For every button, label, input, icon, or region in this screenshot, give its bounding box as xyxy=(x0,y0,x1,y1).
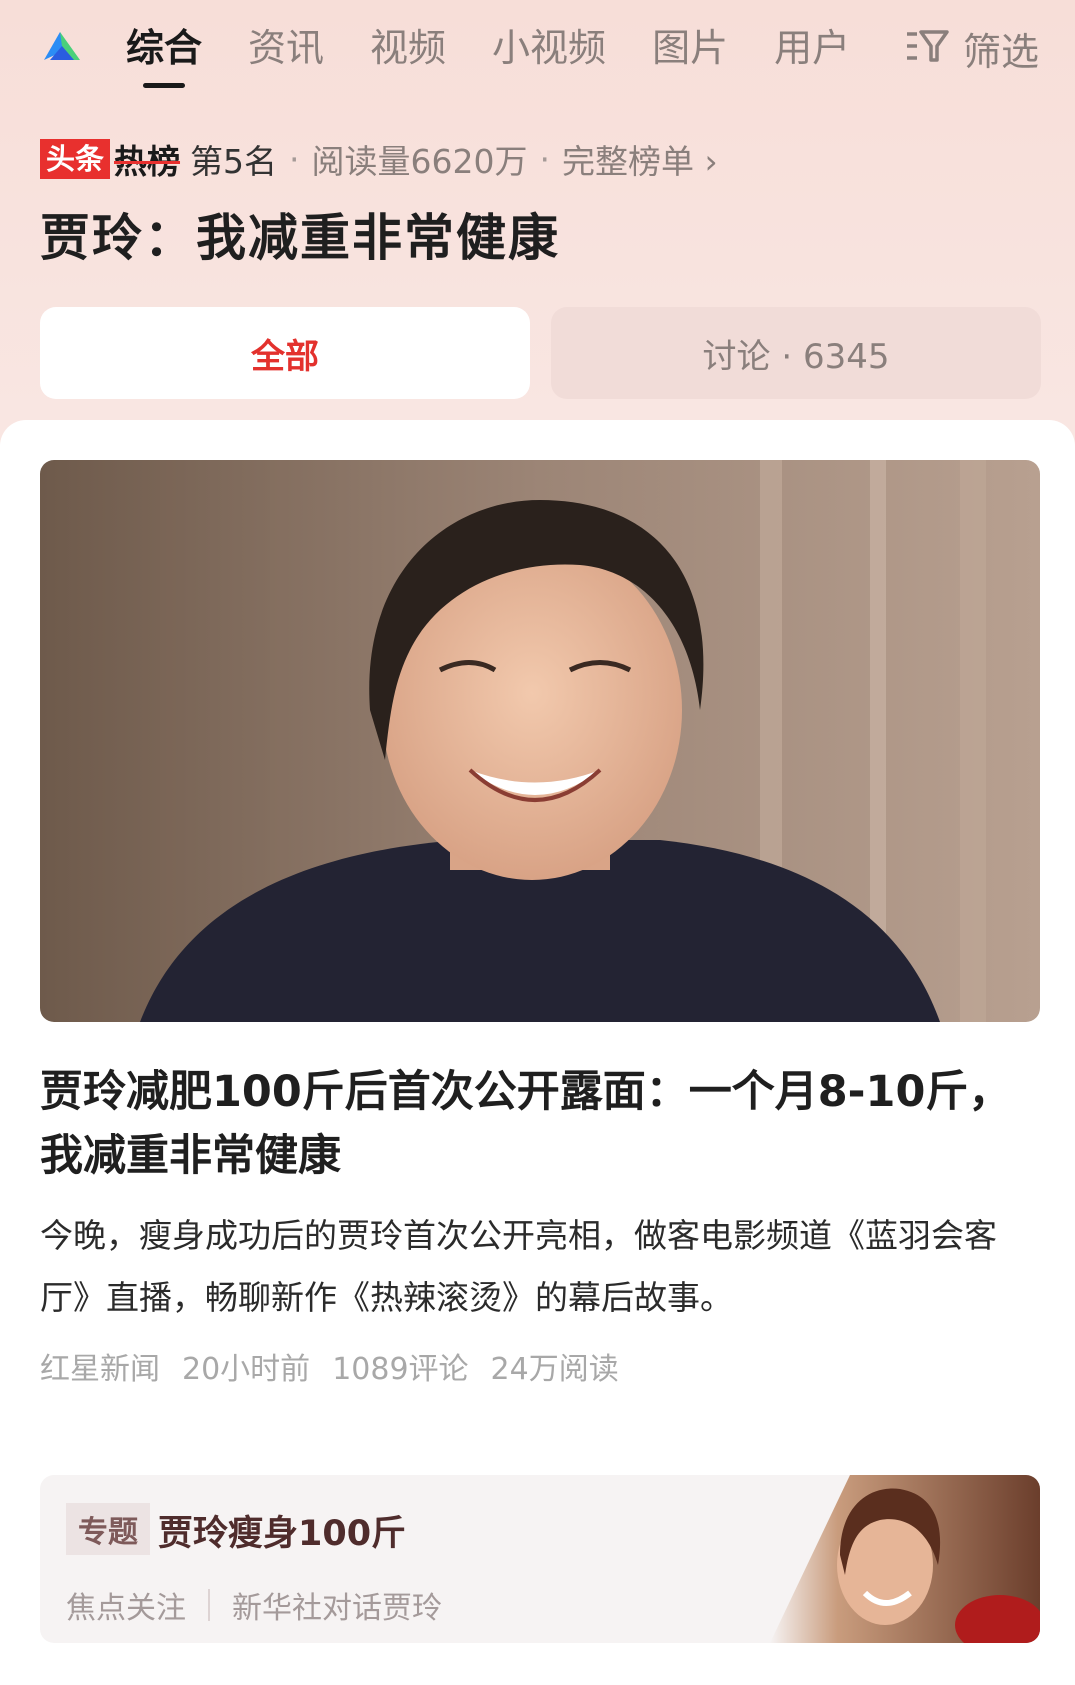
divider xyxy=(208,1589,210,1621)
hotlist-rank: 第5名 xyxy=(190,142,278,181)
tab-short-video[interactable]: 小视频 xyxy=(492,18,606,78)
article-meta: 红星新闻 20小时前 1089评论 24万阅读 xyxy=(40,1344,641,1388)
tab-comprehensive[interactable]: 综合 xyxy=(126,18,202,88)
tab-users[interactable]: 用户 xyxy=(774,18,850,78)
special-topic-card[interactable]: 专题 贾玲瘦身100斤 焦点关注 新华社对话贾玲 xyxy=(40,1475,1040,1643)
topic-link-focus[interactable]: 焦点关注 xyxy=(66,1583,186,1627)
topic-link-xinhua[interactable]: 新华社对话贾玲 xyxy=(232,1583,442,1627)
topic-thumbnail-image xyxy=(770,1475,1040,1643)
filter-button[interactable]: 筛选 xyxy=(905,18,1039,78)
filter-icon xyxy=(905,26,949,70)
segment-control: 全部 讨论 · 6345 xyxy=(40,307,1041,399)
dot-separator: · xyxy=(289,139,300,179)
segment-all[interactable]: 全部 xyxy=(40,307,530,399)
hotlist-rank-row: 头条 热榜 第5名 · 阅读量6620万 · 完整榜单 › xyxy=(40,134,718,184)
article-comment-count: 1089评论 xyxy=(332,1352,469,1387)
topic-title: 贾玲瘦身100斤 xyxy=(158,1514,407,1554)
article-read-count: 24万阅读 xyxy=(490,1352,619,1387)
content-card: 贾玲减肥100斤后首次公开露面：一个月8-10斤，我减重非常健康 今晚，瘦身成功… xyxy=(0,420,1075,1685)
top-nav: 综合 资讯 视频 小视频 图片 用户 筛选 xyxy=(0,0,1075,100)
hotlist-reads: 阅读量6620万 xyxy=(311,142,528,181)
tab-images[interactable]: 图片 xyxy=(652,18,728,78)
category-tabs: 综合 资讯 视频 小视频 图片 用户 xyxy=(126,18,896,88)
hotlist-badge-toutiao: 头条 xyxy=(40,139,111,179)
tab-news[interactable]: 资讯 xyxy=(248,18,324,78)
article-cover-image[interactable] xyxy=(40,460,1040,1022)
hotlist-badge-hot: 热榜 xyxy=(114,142,181,181)
page-title: 贾玲：我减重非常健康 xyxy=(40,209,560,267)
segment-discussion[interactable]: 讨论 · 6345 xyxy=(551,307,1041,399)
article-title[interactable]: 贾玲减肥100斤后首次公开露面：一个月8-10斤，我减重非常健康 xyxy=(40,1060,1040,1188)
app-logo-icon[interactable] xyxy=(40,26,84,66)
full-list-link[interactable]: 完整榜单 › xyxy=(562,135,718,183)
tab-video[interactable]: 视频 xyxy=(370,18,446,78)
topic-links: 焦点关注 新华社对话贾玲 xyxy=(66,1583,442,1627)
filter-label: 筛选 xyxy=(962,29,1039,74)
article-summary: 今晚，瘦身成功后的贾玲首次公开亮相，做客电影频道《蓝羽会客厅》直播，畅聊新作《热… xyxy=(40,1216,997,1317)
article-source[interactable]: 红星新闻 xyxy=(40,1344,160,1388)
article-time: 20小时前 xyxy=(182,1352,311,1387)
dot-separator: · xyxy=(539,139,551,179)
topic-tag: 专题 xyxy=(66,1503,150,1555)
